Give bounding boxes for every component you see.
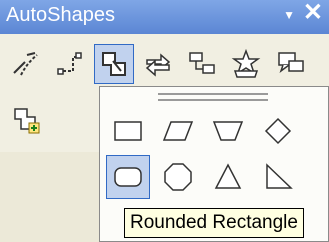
basic-shapes-button[interactable] [94, 44, 134, 84]
title-bar[interactable]: AutoShapes ▼ ✕ [0, 0, 329, 34]
more-autoshapes-icon [14, 108, 40, 134]
trapezoid-shape[interactable] [206, 109, 250, 153]
diamond-icon [264, 117, 292, 145]
stars-banners-icon [231, 49, 261, 78]
autoshapes-toolbar [0, 34, 329, 93]
toolbar-options-icon[interactable]: ▼ [283, 9, 295, 21]
lines-button[interactable] [6, 44, 46, 84]
trapezoid-icon [212, 121, 244, 141]
octagon-shape[interactable] [156, 155, 200, 199]
callouts-button[interactable] [270, 44, 310, 84]
close-icon[interactable]: ✕ [303, 1, 323, 25]
window-title: AutoShapes [6, 4, 115, 26]
flowchart-icon [189, 52, 215, 74]
autoshapes-toolbar-row2 [0, 92, 100, 152]
basic-shapes-icon [102, 52, 126, 76]
rounded-rectangle-shape[interactable] [106, 155, 150, 199]
right-triangle-icon [266, 163, 293, 189]
connectors-button[interactable] [50, 44, 90, 84]
connectors-icon [57, 52, 82, 75]
more-autoshapes-button[interactable] [6, 100, 46, 140]
block-arrows-button[interactable] [138, 44, 178, 84]
rounded-rectangle-icon [114, 167, 142, 187]
right-triangle-shape[interactable] [256, 155, 300, 199]
rectangle-icon [114, 121, 142, 141]
rectangle-shape[interactable] [106, 109, 150, 153]
flowchart-button[interactable] [182, 44, 222, 84]
octagon-icon [164, 163, 192, 191]
isosceles-triangle-shape[interactable] [206, 155, 250, 199]
stars-banners-button[interactable] [226, 44, 266, 84]
callouts-icon [278, 52, 304, 74]
block-arrows-icon [145, 53, 171, 77]
diamond-shape[interactable] [256, 109, 300, 153]
palette-drag-handle[interactable] [158, 93, 268, 101]
isosceles-triangle-icon [214, 163, 242, 189]
lines-icon [13, 52, 38, 76]
background-pane [0, 152, 100, 242]
parallelogram-shape[interactable] [156, 109, 200, 153]
parallelogram-icon [162, 121, 194, 141]
shape-tooltip: Rounded Rectangle [124, 208, 304, 238]
